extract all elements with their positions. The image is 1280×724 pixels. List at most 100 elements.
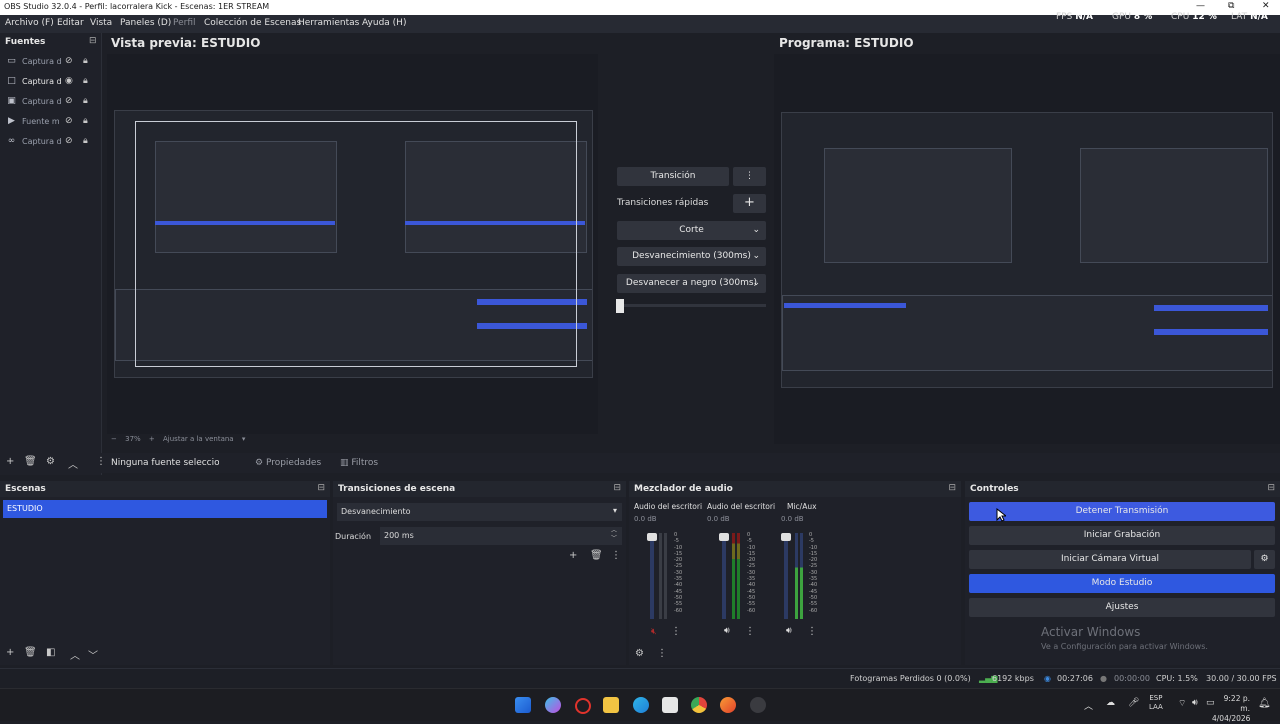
preview-canvas[interactable]: − 37% + Ajustar a la ventana ▾ [107, 54, 598, 443]
muted-speaker-icon[interactable]: 🔇︎ [651, 627, 657, 637]
wifi-icon[interactable]: ⌔ [1178, 698, 1186, 709]
transition-slider-handle[interactable] [616, 299, 624, 313]
firefox-icon[interactable] [720, 697, 736, 713]
studio-mode-button[interactable]: Modo Estudio [969, 574, 1275, 593]
chrome-icon[interactable] [691, 697, 707, 713]
volume-fader-handle[interactable] [719, 533, 729, 541]
dock-menu-icon[interactable]: ⊟ [948, 483, 956, 493]
speaker-icon[interactable]: 🔊︎ [724, 626, 730, 636]
trash-icon[interactable]: 🗑︎ [24, 647, 37, 658]
kebab-menu-icon[interactable]: ⋮ [745, 626, 755, 637]
store-icon[interactable] [662, 697, 678, 713]
kebab-menu-icon[interactable]: ⋮ [733, 167, 766, 186]
onedrive-icon[interactable]: ☁ [1106, 698, 1115, 708]
kebab-menu-icon[interactable]: ⋮ [671, 626, 681, 637]
gear-icon[interactable]: ⚙ [46, 456, 55, 467]
volume-fader-track[interactable] [722, 533, 726, 619]
chevron-up-icon[interactable]: ︿ [1084, 699, 1093, 712]
source-item[interactable]: ▭ Captura d ⊘ 🔒︎ [0, 53, 101, 71]
copilot-icon[interactable] [545, 697, 561, 713]
menu-archivo[interactable]: Archivo (F) [5, 18, 54, 28]
source-item[interactable]: ∞ Captura d ⊘ 🔒︎ [0, 133, 101, 151]
volume-fader-handle[interactable] [647, 533, 657, 541]
volume-icon[interactable]: 🔊︎ [1192, 698, 1198, 708]
source-item[interactable]: □ Captura d ◉ 🔒︎ [0, 73, 101, 91]
eye-hidden-icon[interactable]: ⊘ [65, 116, 73, 126]
close-button[interactable]: ✕ [1262, 1, 1270, 11]
menu-perfil[interactable]: Perfil [173, 18, 196, 28]
eye-hidden-icon[interactable]: ⊘ [65, 136, 73, 146]
obs-icon[interactable] [750, 697, 766, 713]
menu-ayuda[interactable]: Ayuda (H) [362, 18, 406, 28]
minimize-button[interactable]: — [1196, 1, 1205, 11]
trash-icon[interactable]: 🗑︎ [24, 456, 37, 467]
menu-editar[interactable]: Editar [57, 18, 84, 28]
quick-transition-fade[interactable]: Desvanecimiento (300ms) ⌄ [617, 247, 766, 266]
language-indicator[interactable]: ESP LAA [1149, 694, 1163, 712]
properties-button[interactable]: ⚙ Propiedades [255, 458, 321, 468]
notification-icon[interactable]: 🔔︎ [1258, 698, 1271, 709]
chevron-up-icon[interactable]: ︿ [70, 647, 80, 662]
kebab-menu-icon[interactable]: ⋮ [611, 550, 621, 561]
fit-window-link[interactable]: Ajustar a la ventana [163, 435, 234, 443]
volume-fader-track[interactable] [784, 533, 788, 619]
settings-button[interactable]: Ajustes [969, 598, 1275, 617]
opera-icon[interactable] [575, 698, 591, 714]
duration-spinbox[interactable]: 200 ms ︿ ﹀ [380, 527, 622, 545]
lock-icon[interactable]: 🔒︎ [83, 136, 88, 146]
transition-button[interactable]: Transición [617, 167, 729, 186]
lock-icon[interactable]: 🔒︎ [83, 116, 88, 126]
menu-paneles[interactable]: Paneles (D) [120, 18, 171, 28]
start-virtual-cam-button[interactable]: Iniciar Cámara Virtual [969, 550, 1251, 569]
chevron-down-icon[interactable]: ▾ [242, 435, 246, 443]
scene-item[interactable]: ESTUDIO [3, 500, 327, 518]
add-source-icon[interactable]: + [6, 456, 14, 467]
menu-vista[interactable]: Vista [90, 18, 112, 28]
filters-button[interactable]: ▥ Filtros [340, 458, 378, 468]
dock-menu-icon[interactable]: ⊟ [89, 36, 97, 46]
quick-transition-cut[interactable]: Corte ⌄ [617, 221, 766, 240]
chevron-down-icon[interactable]: ﹀ [88, 647, 98, 662]
add-transition-icon[interactable]: + [733, 194, 766, 213]
zoom-in-icon[interactable]: + [149, 435, 155, 443]
start-recording-button[interactable]: Iniciar Grabación [969, 526, 1275, 545]
kebab-menu-icon[interactable]: ⋮ [807, 626, 817, 637]
lock-icon[interactable]: 🔒︎ [83, 76, 88, 86]
windows-start-icon[interactable] [515, 697, 531, 713]
dock-menu-icon[interactable]: ⊟ [317, 483, 325, 493]
trash-icon[interactable]: 🗑︎ [590, 550, 603, 561]
zoom-out-icon[interactable]: − [111, 435, 117, 443]
lock-icon[interactable]: 🔒︎ [83, 56, 88, 66]
menu-herramientas[interactable]: Herramientas [298, 18, 359, 28]
eye-icon[interactable]: ◉ [65, 76, 73, 86]
spin-arrows-icon[interactable]: ︿ ﹀ [611, 527, 617, 543]
transition-slider-track[interactable] [617, 304, 766, 307]
microphone-icon[interactable]: 🎤︎ [1128, 698, 1139, 708]
chevron-down-icon[interactable]: ⌄ [752, 274, 760, 293]
maximize-button[interactable]: ⧉ [1228, 1, 1234, 11]
eye-hidden-icon[interactable]: ⊘ [65, 56, 73, 66]
quick-transition-fade-black[interactable]: Desvanecer a negro (300ms) ⌄ [617, 274, 766, 293]
stop-stream-button[interactable]: Detener Transmisión [969, 502, 1275, 521]
volume-fader-handle[interactable] [781, 533, 791, 541]
menu-coleccion-escenas[interactable]: Colección de Escenas [204, 18, 301, 28]
add-scene-icon[interactable]: + [6, 647, 14, 658]
file-explorer-icon[interactable] [603, 697, 619, 713]
gear-icon[interactable]: ⚙ [1254, 550, 1275, 569]
source-item[interactable]: ▶ Fuente m ⊘ 🔒︎ [0, 113, 101, 131]
kebab-menu-icon[interactable]: ⋮ [96, 456, 106, 467]
chevron-down-icon[interactable]: ⌄ [752, 221, 760, 240]
chevron-up-icon[interactable]: ︿ [68, 456, 78, 471]
transition-select[interactable]: Desvanecimiento ▾ [337, 503, 622, 521]
chevron-down-icon[interactable]: ⌄ [752, 247, 760, 266]
source-item[interactable]: ▣ Captura d ⊘ 🔒︎ [0, 93, 101, 111]
dock-menu-icon[interactable]: ⊟ [1267, 483, 1275, 493]
filter-icon[interactable]: ◧ [46, 647, 55, 658]
edge-icon[interactable] [633, 697, 649, 713]
lock-icon[interactable]: 🔒︎ [83, 96, 88, 106]
speaker-icon[interactable]: 🔊︎ [786, 626, 792, 636]
dock-menu-icon[interactable]: ⊟ [613, 483, 621, 493]
mixer-settings-icon[interactable]: ⚙ [635, 648, 644, 659]
add-transition-icon[interactable]: + [569, 550, 577, 561]
eye-hidden-icon[interactable]: ⊘ [65, 96, 73, 106]
